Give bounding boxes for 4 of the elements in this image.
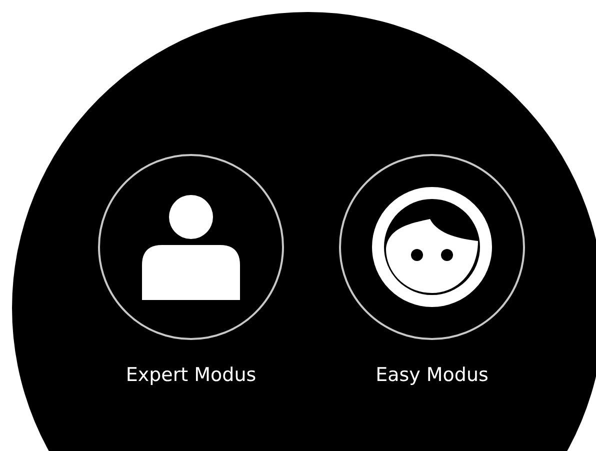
- person-icon: [142, 194, 240, 300]
- mode-label: Easy Modus: [376, 364, 488, 386]
- mode-label: Expert Modus: [126, 364, 256, 386]
- face-icon: [372, 187, 492, 307]
